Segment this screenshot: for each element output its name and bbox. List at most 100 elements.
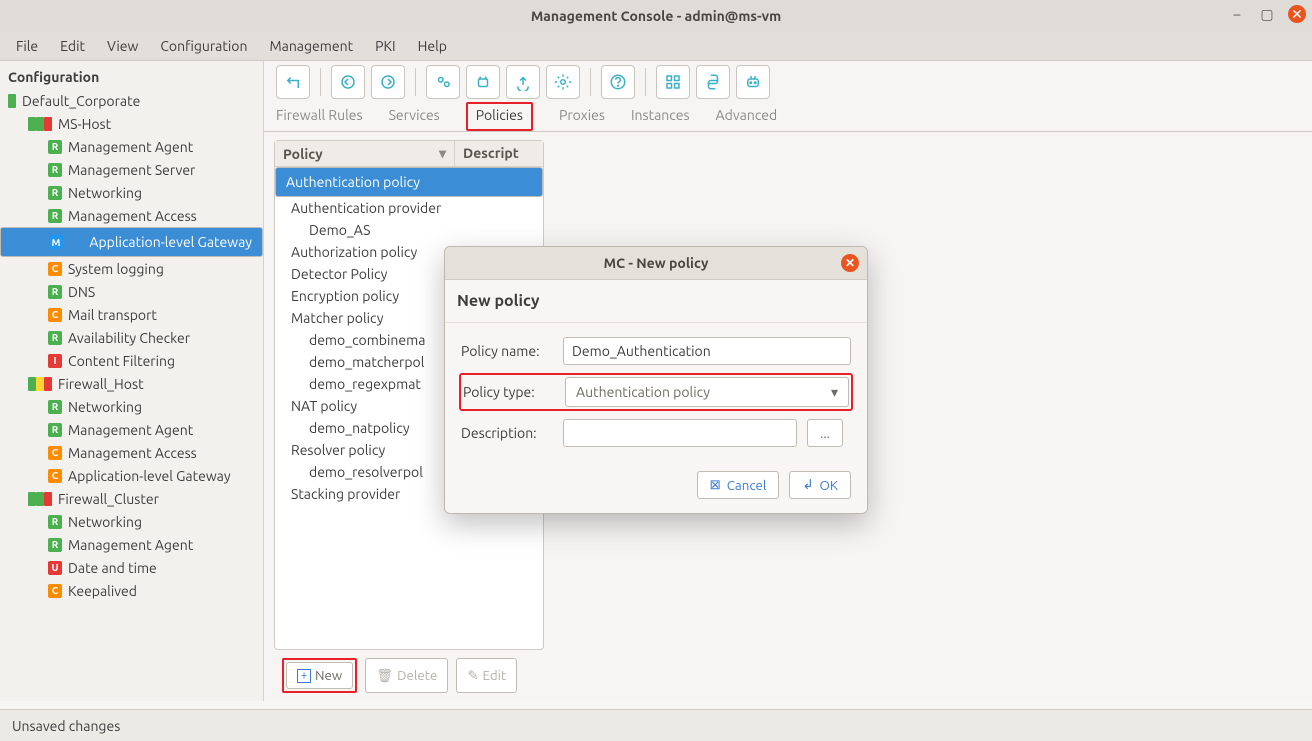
tree-networking[interactable]: RNetworking — [0, 181, 263, 204]
menu-view[interactable]: View — [97, 35, 148, 57]
tree-management-server[interactable]: R Management Server — [0, 158, 263, 181]
minimize-button[interactable]: – — [1228, 5, 1246, 23]
tree-system-logging[interactable]: CSystem logging — [0, 257, 263, 280]
chevron-down-icon: ▾ — [831, 384, 838, 401]
status-bar: Unsaved changes — [0, 709, 1312, 741]
tab-instances[interactable]: Instances — [629, 103, 692, 131]
tree-label: Management Agent — [68, 537, 193, 553]
tree-management-access[interactable]: RManagement Access — [0, 204, 263, 227]
tree-label: DNS — [68, 284, 95, 300]
menu-pki[interactable]: PKI — [365, 35, 405, 57]
chip-icon: R — [48, 331, 62, 345]
toolbar — [264, 61, 1312, 103]
tab-proxies[interactable]: Proxies — [557, 103, 607, 131]
menu-edit[interactable]: Edit — [50, 35, 95, 57]
new-button[interactable]: + New — [286, 662, 353, 689]
tree-label: Content Filtering — [68, 353, 175, 369]
chip-icon: R — [48, 209, 62, 223]
sort-icon[interactable]: ▾ — [439, 145, 446, 162]
tree-label: Management Server — [68, 162, 195, 178]
toolbar-robot-icon[interactable] — [736, 65, 770, 99]
tree-networking[interactable]: R Networking — [0, 395, 263, 418]
menu-help[interactable]: Help — [408, 35, 457, 57]
tree-management-access[interactable]: CManagement Access — [0, 441, 263, 464]
tree-label: Keepalived — [68, 583, 137, 599]
menu-file[interactable]: File — [6, 35, 48, 57]
ok-button[interactable]: ↲OK — [789, 471, 851, 499]
menu-configuration[interactable]: Configuration — [150, 35, 257, 57]
tree-application-level-gateway[interactable]: MApplication-level Gateway — [0, 227, 263, 257]
column-policy[interactable]: Policy — [283, 146, 323, 162]
policy-row[interactable]: Authentication provider — [275, 197, 543, 219]
dialog-subtitle: New policy — [445, 280, 867, 323]
policy-name-input[interactable] — [563, 337, 851, 365]
chip-icon: R — [48, 400, 62, 414]
tree-label: Networking — [68, 399, 142, 415]
toolbar-view-icon[interactable] — [426, 65, 460, 99]
tree-mail-transport[interactable]: CMail transport — [0, 303, 263, 326]
tree-label: Networking — [68, 514, 142, 530]
chip-icon: R — [48, 140, 62, 154]
tab-services[interactable]: Services — [387, 103, 442, 131]
policy-row[interactable]: Authentication policy — [275, 167, 543, 197]
delete-button-label: Delete — [397, 668, 437, 683]
policy-type-select[interactable]: Authentication policy ▾ — [565, 377, 849, 407]
tree-label: System logging — [68, 261, 164, 277]
toolbar-grid-icon[interactable] — [656, 65, 690, 99]
edit-button[interactable]: ✎ Edit — [456, 658, 517, 693]
maximize-button[interactable]: ▢ — [1258, 5, 1276, 23]
toolbar-swap-icon[interactable] — [466, 65, 500, 99]
cancel-icon: ⊠ — [710, 477, 721, 493]
tree-label: Default_Corporate — [22, 93, 140, 109]
description-ellipsis-button[interactable]: ... — [807, 419, 843, 447]
toolbar-sync-right-icon[interactable] — [371, 65, 405, 99]
tree-management-agent[interactable]: RManagement Agent — [0, 533, 263, 556]
tree-keepalived[interactable]: C Keepalived — [0, 579, 263, 602]
chip-icon: R — [48, 423, 62, 437]
menubar: FileEditViewConfigurationManagementPKIHe… — [0, 32, 1312, 61]
tree-label: MS-Host — [58, 116, 111, 132]
tree-label: Firewall_Host — [58, 376, 144, 392]
tree-label: Application-level Gateway — [89, 234, 252, 250]
dialog-close-button[interactable]: ✕ — [841, 254, 859, 272]
column-description[interactable]: Descript — [455, 141, 543, 166]
config-sidebar: Configuration Default_CorporateMS-HostRM… — [0, 61, 264, 701]
toolbar-python-icon[interactable] — [696, 65, 730, 99]
tree-application-level-gateway[interactable]: CApplication-level Gateway — [0, 464, 263, 487]
toolbar-help-icon[interactable] — [601, 65, 635, 99]
tree-firewall-cluster[interactable]: Firewall_Cluster — [0, 487, 263, 510]
chip-icon: R — [48, 163, 62, 177]
tree-management-agent[interactable]: RManagement Agent — [0, 135, 263, 158]
tab-policies[interactable]: Policies — [464, 103, 535, 131]
toolbar-gear-icon[interactable] — [546, 65, 580, 99]
tree-ms-host[interactable]: MS-Host — [0, 112, 263, 135]
chip-icon: U — [48, 561, 62, 575]
pencil-icon: ✎ — [467, 668, 478, 684]
tree-content-filtering[interactable]: I Content Filtering — [0, 349, 263, 372]
toolbar-upload-icon[interactable] — [506, 65, 540, 99]
window-titlebar: Management Console - admin@ms-vm – ▢ ✕ — [0, 0, 1312, 32]
tab-advanced[interactable]: Advanced — [714, 103, 780, 131]
tree-management-agent[interactable]: RManagement Agent — [0, 418, 263, 441]
tree-networking[interactable]: RNetworking — [0, 510, 263, 533]
chip-icon: I — [48, 354, 62, 368]
tree-label: Firewall_Cluster — [58, 491, 159, 507]
tree-firewall-host[interactable]: Firewall_Host — [0, 372, 263, 395]
trash-icon: 🗑 — [376, 668, 393, 684]
chip-icon: C — [48, 584, 62, 598]
description-input[interactable] — [563, 419, 797, 447]
toolbar-up-icon[interactable] — [276, 65, 310, 99]
tree-date-and-time[interactable]: UDate and time — [0, 556, 263, 579]
tree-default-corporate[interactable]: Default_Corporate — [0, 89, 263, 112]
tree-dns[interactable]: RDNS — [0, 280, 263, 303]
tab-firewall-rules[interactable]: Firewall Rules — [274, 103, 365, 131]
menu-management[interactable]: Management — [259, 35, 363, 57]
chip-icon: C — [48, 308, 62, 322]
policy-row[interactable]: Demo_AS — [275, 219, 543, 241]
close-button[interactable]: ✕ — [1288, 5, 1306, 23]
toolbar-sync-left-icon[interactable] — [331, 65, 365, 99]
cancel-button[interactable]: ⊠Cancel — [697, 471, 780, 499]
new-button-label: New — [315, 668, 342, 683]
delete-button[interactable]: 🗑 Delete — [365, 658, 448, 693]
tree-availability-checker[interactable]: RAvailability Checker — [0, 326, 263, 349]
